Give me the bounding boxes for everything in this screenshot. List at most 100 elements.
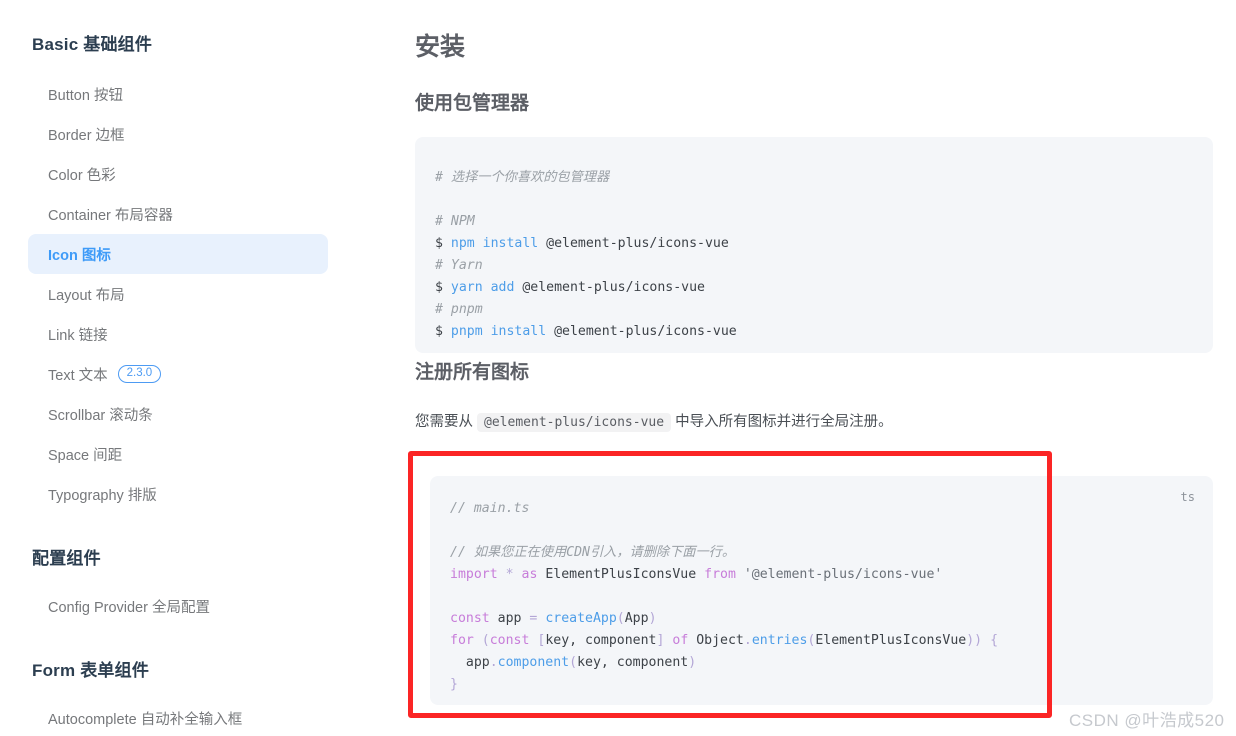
sidebar-item-label: Space 间距 bbox=[48, 447, 123, 464]
code-token-fn: createApp bbox=[545, 611, 617, 626]
code-token-plain: ElementPlusIconsVue bbox=[537, 567, 705, 582]
sidebar-group-title: Basic 基础组件 bbox=[32, 35, 153, 54]
code-token-plain: @element-plus/icons-vue bbox=[546, 324, 737, 339]
code-block-register-icons: ts // main.ts // 如果您正在使用CDN引入，请删除下面一行。 im… bbox=[430, 476, 1213, 705]
sidebar-item-text[interactable]: Text 文本 2.3.0 bbox=[28, 354, 328, 394]
sidebar-group-title: Form 表单组件 bbox=[32, 661, 150, 680]
code-token-comment: # NPM bbox=[435, 214, 475, 229]
sidebar-item-label: Scrollbar 滚动条 bbox=[48, 407, 153, 424]
code-line: app.component(key, component) bbox=[450, 652, 1193, 674]
section-title-package-manager: 使用包管理器 bbox=[415, 93, 530, 114]
code-line: // 如果您正在使用CDN引入，请删除下面一行。 bbox=[450, 542, 1193, 564]
code-token-cmd: pnpm install bbox=[450, 324, 547, 339]
code-block-package-manager-lines: # 选择一个你喜欢的包管理器 # NPM $ npm install @eleme… bbox=[435, 159, 1193, 343]
sidebar-item-config[interactable]: Config Provider 全局配置 bbox=[28, 586, 328, 626]
code-token-punct: { bbox=[990, 633, 999, 648]
code-token-kw: const bbox=[489, 633, 530, 648]
code-token-plain: @element-plus/icons-vue bbox=[514, 280, 705, 295]
code-token-punct: ( bbox=[569, 655, 578, 670]
code-token-plain: app bbox=[450, 655, 490, 670]
sidebar-item-label: Container 布局容器 bbox=[48, 207, 173, 224]
sidebar-item-button[interactable]: Button 按钮 bbox=[28, 74, 328, 114]
code-token-kw: for bbox=[450, 633, 474, 648]
code-language-tag: ts bbox=[1180, 490, 1195, 504]
section-title-register-icons: 注册所有图标 bbox=[415, 362, 530, 383]
code-token-plain: App bbox=[624, 611, 649, 626]
sidebar-item-label: Autocomplete 自动补全输入框 bbox=[48, 711, 243, 728]
code-token-punct: ) bbox=[648, 611, 657, 626]
sidebar-item-container[interactable]: Container 布局容器 bbox=[28, 194, 328, 234]
code-token-comment: # Yarn bbox=[435, 258, 483, 273]
sidebar-item-version-badge: 2.3.0 bbox=[117, 365, 162, 383]
code-block-register-icons-lines: // main.ts // 如果您正在使用CDN引入，请删除下面一行。 impor… bbox=[450, 498, 1193, 696]
code-token-fn: component bbox=[497, 655, 570, 670]
code-token-kw: import bbox=[450, 567, 498, 582]
code-token-comment: // 如果您正在使用CDN引入，请删除下面一行。 bbox=[450, 545, 736, 560]
code-token-comment: # 选择一个你喜欢的包管理器 bbox=[435, 170, 610, 185]
sidebar-item-label: Typography 排版 bbox=[48, 487, 157, 504]
sidebar-item-autocomplete[interactable]: Autocomplete 自动补全输入框 bbox=[28, 698, 328, 736]
code-token-op: * bbox=[505, 567, 514, 582]
code-block-package-manager: # 选择一个你喜欢的包管理器 # NPM $ npm install @eleme… bbox=[415, 137, 1213, 353]
csdn-watermark: CSDN @叶浩成520 bbox=[1069, 711, 1225, 730]
code-line: const app = createApp(App) bbox=[450, 608, 1193, 630]
code-token-punct: ) bbox=[688, 655, 697, 670]
sidebar-item-icon[interactable]: Icon 图标 bbox=[28, 234, 328, 274]
sidebar-item-label: Layout 布局 bbox=[48, 287, 125, 304]
code-token-prompt: $ bbox=[435, 236, 451, 251]
code-line: import * as ElementPlusIconsVue from '@e… bbox=[450, 564, 1193, 586]
inline-code-package-name: @element-plus/icons-vue bbox=[477, 413, 672, 432]
code-line: } bbox=[450, 674, 1193, 696]
code-line: # pnpm bbox=[435, 299, 1193, 321]
sidebar-item-layout[interactable]: Layout 布局 bbox=[28, 274, 328, 314]
sidebar-item-space[interactable]: Space 间距 bbox=[28, 434, 328, 474]
code-token-prompt: $ bbox=[435, 280, 451, 295]
code-line: # 选择一个你喜欢的包管理器 bbox=[435, 167, 1193, 189]
page-root: Basic 基础组件 Button 按钮 Border 边框 Color 色彩 Cont… bbox=[0, 0, 1236, 736]
sidebar-item-label: Link 链接 bbox=[48, 327, 108, 344]
sidebar-item-typography[interactable]: Typography 排版 bbox=[28, 474, 328, 514]
sidebar-group-title: 配置组件 bbox=[32, 549, 101, 568]
sidebar-item-link[interactable]: Link 链接 bbox=[28, 314, 328, 354]
page-title: 安装 bbox=[415, 33, 466, 61]
code-token-punct: } bbox=[450, 677, 458, 692]
sidebar-item-label: Icon 图标 bbox=[48, 247, 111, 264]
code-token-kw: as bbox=[521, 567, 538, 582]
code-line: for (const [key, component] of Object.en… bbox=[450, 630, 1193, 652]
code-token-kw: from bbox=[704, 567, 736, 582]
code-token-kw: const bbox=[450, 611, 490, 626]
sidebar-item-color[interactable]: Color 色彩 bbox=[28, 154, 328, 194]
code-token-punct: ( bbox=[616, 611, 625, 626]
code-token-plain: Object bbox=[688, 633, 744, 648]
code-token-punct: . bbox=[743, 633, 752, 648]
code-token-cmd: npm install bbox=[450, 236, 539, 251]
sidebar-item-label: Text 文本 bbox=[48, 367, 108, 384]
code-token-plain: @element-plus/icons-vue bbox=[538, 236, 729, 251]
code-line: # Yarn bbox=[435, 255, 1193, 277]
sidebar-navigation: Basic 基础组件 Button 按钮 Border 边框 Color 色彩 Cont… bbox=[0, 0, 360, 736]
code-token-punct: . bbox=[489, 655, 498, 670]
register-icons-paragraph: 您需要从 @element-plus/icons-vue 中导入所有图标并进行全… bbox=[415, 410, 1213, 435]
code-token-punct: )) bbox=[966, 633, 983, 648]
code-line: $ npm install @element-plus/icons-vue bbox=[435, 233, 1193, 255]
code-token-prompt: $ bbox=[435, 324, 451, 339]
code-token-plain: ElementPlusIconsVue bbox=[815, 633, 967, 648]
code-token-plain: key, component bbox=[577, 655, 689, 670]
code-token-comment: # pnpm bbox=[435, 302, 483, 317]
sidebar-item-scrollbar[interactable]: Scrollbar 滚动条 bbox=[28, 394, 328, 434]
code-line: $ yarn add @element-plus/icons-vue bbox=[435, 277, 1193, 299]
code-token-punct: ( bbox=[481, 633, 490, 648]
code-token-comment: // main.ts bbox=[450, 501, 530, 516]
sidebar-item-border[interactable]: Border 边框 bbox=[28, 114, 328, 154]
sidebar-item-label: Button 按钮 bbox=[48, 87, 123, 104]
code-line: $ pnpm install @element-plus/icons-vue bbox=[435, 321, 1193, 343]
code-token-str: '@element-plus/icons-vue' bbox=[743, 567, 943, 582]
